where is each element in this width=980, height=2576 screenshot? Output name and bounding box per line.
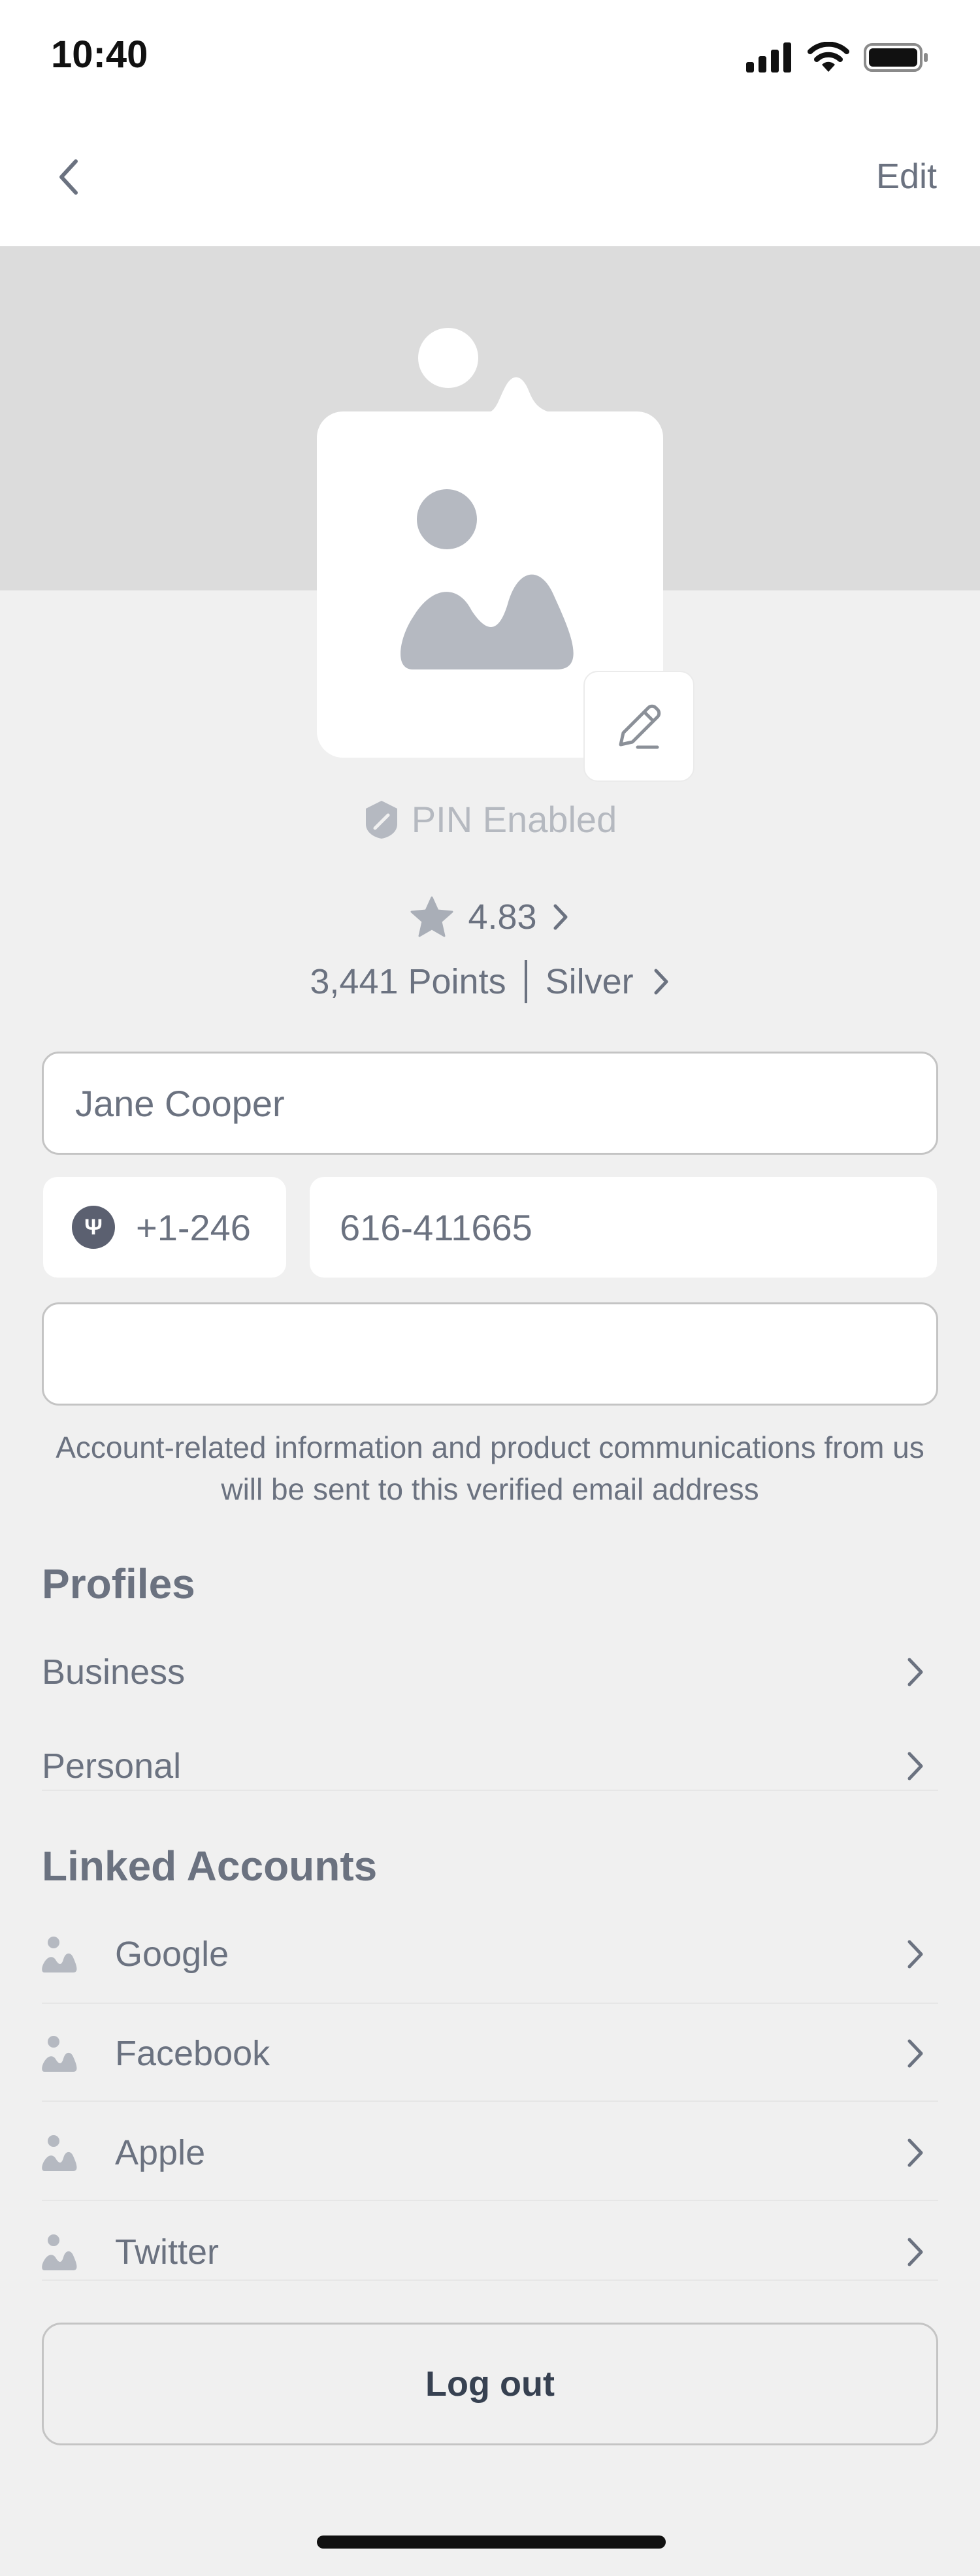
logout-button[interactable]: Log out	[42, 2323, 938, 2445]
chevron-right-icon	[553, 904, 568, 930]
points-tier-link[interactable]: 3,441 Points Silver	[0, 960, 980, 1003]
row-divider	[42, 2200, 938, 2201]
pencil-icon	[619, 704, 661, 749]
wifi-icon	[808, 42, 849, 72]
cover-image-dot	[418, 328, 478, 388]
name-value: Jane Cooper	[75, 1082, 285, 1124]
phone-field[interactable]: 616-411665	[310, 1177, 937, 1278]
row-divider	[42, 1790, 938, 1791]
shield-icon	[365, 800, 397, 839]
pin-status-label: PIN Enabled	[411, 799, 617, 840]
chevron-right-icon	[907, 1752, 923, 1780]
chevron-right-icon	[907, 2238, 923, 2266]
linked-accounts-heading: Linked Accounts	[42, 1843, 378, 1890]
image-placeholder-icon	[400, 489, 574, 669]
linked-account-label: Google	[115, 1935, 229, 1974]
back-button[interactable]	[51, 153, 85, 201]
profiles-heading: Profiles	[42, 1560, 195, 1607]
row-divider	[42, 2279, 938, 2281]
email-field[interactable]	[42, 1302, 938, 1406]
row-divider	[42, 2101, 938, 2102]
linked-account-apple[interactable]: Apple	[42, 2127, 938, 2179]
profile-item-personal[interactable]: Personal	[42, 1740, 938, 1792]
image-placeholder-icon	[42, 1937, 77, 1972]
status-time: 10:40	[51, 33, 148, 76]
points-value: 3,441 Points	[310, 962, 506, 1001]
linked-account-twitter[interactable]: Twitter	[42, 2226, 938, 2278]
profile-item-label: Personal	[42, 1747, 182, 1786]
name-field[interactable]: Jane Cooper	[42, 1052, 938, 1155]
row-divider	[42, 2003, 938, 2004]
tier-value: Silver	[545, 962, 634, 1001]
edit-avatar-button[interactable]	[583, 671, 694, 782]
battery-icon	[864, 43, 928, 72]
profile-item-business[interactable]: Business	[42, 1646, 938, 1698]
rating-value: 4.83	[468, 897, 537, 937]
chevron-right-icon	[907, 1940, 923, 1969]
country-code-value: +1-246	[136, 1206, 251, 1248]
email-note: Account-related information and product …	[56, 1430, 924, 1506]
edit-button[interactable]: Edit	[876, 156, 937, 197]
star-icon	[410, 896, 453, 937]
points-divider	[524, 960, 527, 1003]
pin-status: PIN Enabled	[0, 798, 980, 841]
chevron-right-icon	[654, 969, 668, 995]
image-placeholder-icon	[42, 2135, 77, 2171]
phone-value: 616-411665	[340, 1206, 532, 1248]
chevron-right-icon	[907, 1658, 923, 1686]
image-placeholder-icon	[42, 2036, 77, 2072]
cover-image-placeholder-icon	[483, 377, 562, 413]
image-placeholder-icon	[42, 2234, 77, 2270]
linked-account-label: Apple	[115, 2133, 206, 2172]
status-bar: 10:40	[0, 0, 980, 114]
chevron-left-icon	[59, 159, 78, 195]
status-icons	[746, 38, 929, 77]
chevron-right-icon	[907, 2039, 923, 2068]
profile-item-label: Business	[42, 1652, 186, 1692]
nav-bar: Edit	[0, 114, 980, 246]
linked-account-facebook[interactable]: Facebook	[42, 2027, 938, 2080]
linked-account-label: Twitter	[115, 2232, 220, 2272]
flag-icon: Ψ	[72, 1206, 115, 1249]
signal-icon	[746, 42, 791, 72]
chevron-right-icon	[907, 2138, 923, 2167]
country-code-selector[interactable]: Ψ +1-246	[43, 1177, 286, 1278]
linked-account-label: Facebook	[115, 2034, 270, 2073]
linked-account-google[interactable]: Google	[42, 1928, 938, 1980]
rating-link[interactable]: 4.83	[0, 896, 980, 938]
home-indicator	[317, 2536, 666, 2549]
